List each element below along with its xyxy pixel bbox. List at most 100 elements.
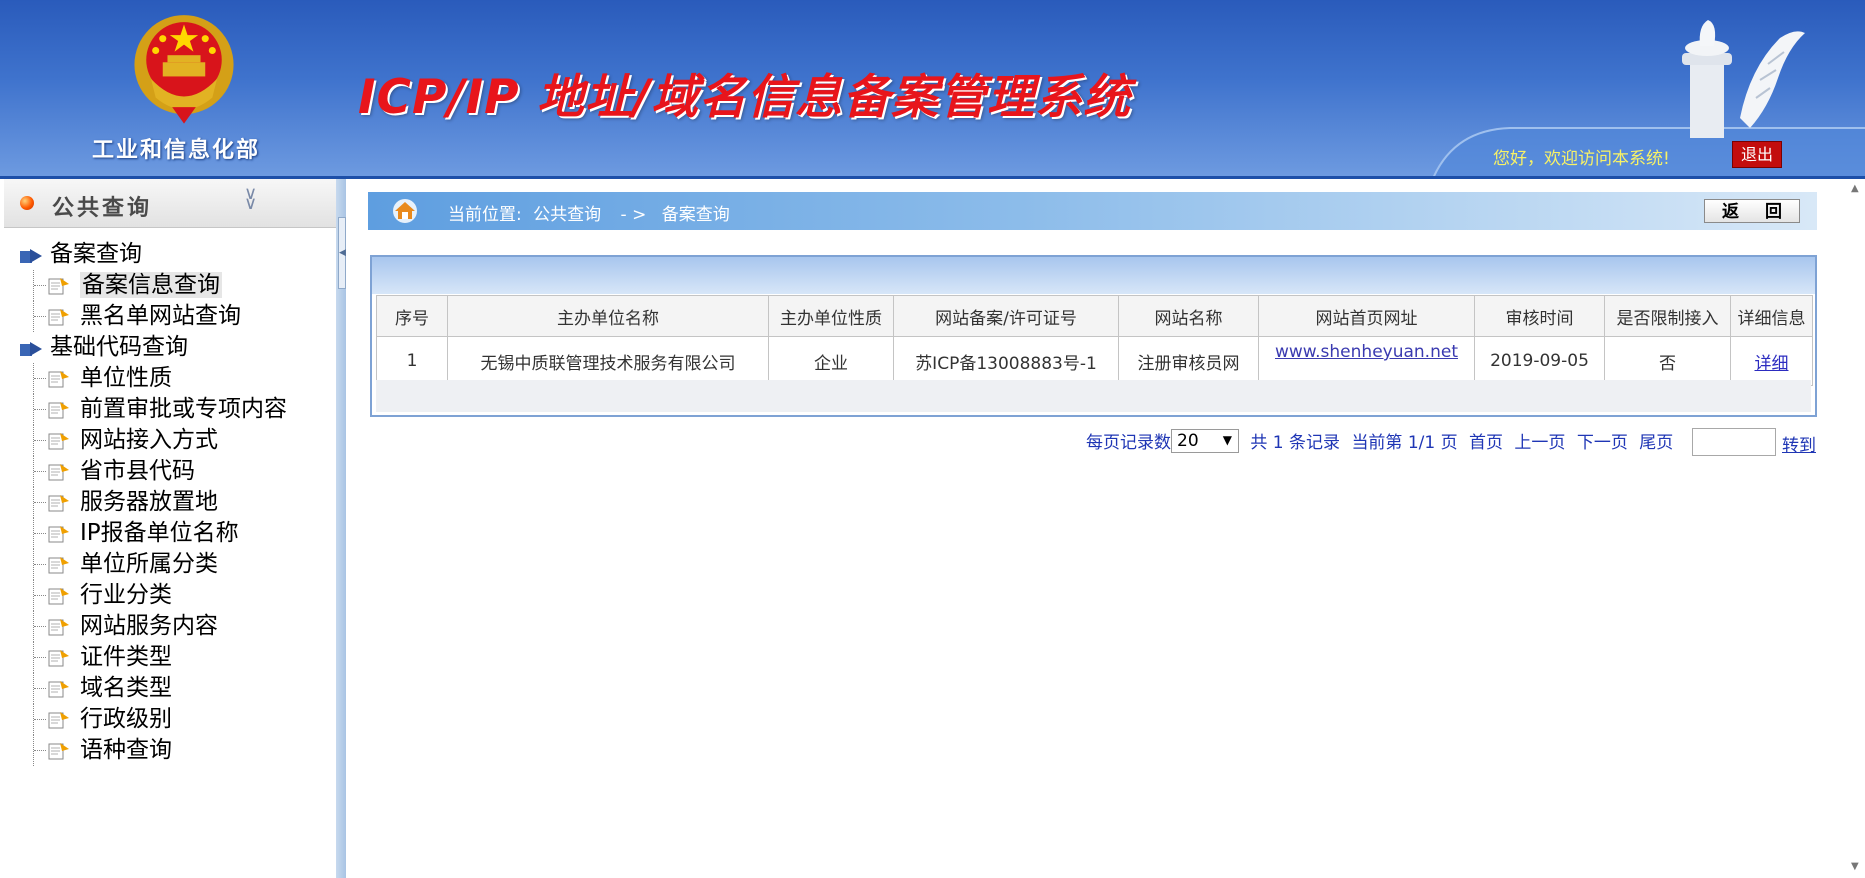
document-icon — [48, 309, 69, 326]
current-page: 当前第 1/1 页 — [1351, 433, 1458, 453]
system-title: ICP/IP 地址/域名信息备案管理系统 — [358, 70, 1132, 125]
tree-item-pre-approval[interactable]: 前置审批或专项内容 — [16, 394, 287, 425]
tree-connector — [33, 487, 46, 518]
document-icon — [48, 402, 69, 419]
last-page-link[interactable]: 尾页 — [1639, 433, 1673, 453]
scroll-down-icon[interactable]: ▼ — [1851, 861, 1859, 872]
tree-connector — [33, 270, 46, 301]
tree-item-blacklist-query[interactable]: 黑名单网站查询 — [16, 301, 287, 332]
document-icon — [48, 712, 69, 729]
tree-item-service-content[interactable]: 网站服务内容 — [16, 611, 287, 642]
total-records: 共 1 条记录 — [1250, 433, 1341, 453]
document-icon — [48, 681, 69, 698]
breadcrumb-prefix: 当前位置: — [448, 205, 522, 225]
breadcrumb-level1: 公共查询 — [533, 205, 602, 225]
cell-license-number: 苏ICP备13008883号-1 — [893, 336, 1119, 386]
site-url-link[interactable]: www.shenheyuan.net — [1275, 342, 1458, 362]
back-button[interactable]: 返 回 — [1704, 199, 1800, 223]
tree-item-label: 单位性质 — [80, 365, 172, 391]
goto-page-link[interactable]: 转到 — [1782, 431, 1816, 456]
tree-connector — [33, 301, 46, 332]
tree-item-certificate-type[interactable]: 证件类型 — [16, 642, 287, 673]
goto-page-input[interactable] — [1692, 428, 1776, 456]
tree-item-region-code[interactable]: 省市县代码 — [16, 456, 287, 487]
huabiao-pillar-icon — [1682, 20, 1805, 138]
tree-item-label: 行业分类 — [80, 582, 172, 608]
tree-folder-filing-query[interactable]: 备案查询 — [16, 239, 287, 270]
tree-item-ip-unit-name[interactable]: IP报备单位名称 — [16, 518, 287, 549]
sidebar-splitter[interactable]: ◀ — [336, 179, 346, 878]
folder-arrow-icon — [20, 249, 42, 263]
next-page-link[interactable]: 下一页 — [1577, 433, 1628, 453]
col-header-index: 序号 — [376, 295, 448, 337]
tree-item-domain-type[interactable]: 域名类型 — [16, 673, 287, 704]
nav-tree: 备案查询 备案信息查询 黑名单网站查询 基础代码查询 单位性质 前置审批或专项内… — [16, 239, 287, 766]
document-icon — [48, 650, 69, 667]
tree-item-filing-info-query[interactable]: 备案信息查询 — [16, 270, 287, 301]
tree-connector — [33, 673, 46, 704]
folder-arrow-icon — [20, 342, 42, 356]
document-icon — [48, 526, 69, 543]
tree-item-access-method[interactable]: 网站接入方式 — [16, 425, 287, 456]
tree-connector — [33, 363, 46, 394]
results-panel-header — [372, 257, 1815, 294]
tree-connector — [33, 518, 46, 549]
document-icon — [48, 464, 69, 481]
col-header-site-name: 网站名称 — [1118, 295, 1259, 337]
cell-organizer-nature: 企业 — [768, 336, 894, 386]
tree-item-unit-category[interactable]: 单位所属分类 — [16, 549, 287, 580]
results-panel: 序号 主办单位名称 主办单位性质 网站备案/许可证号 网站名称 网站首页网址 审… — [370, 255, 1817, 417]
cell-restricted: 否 — [1604, 336, 1731, 386]
logout-button[interactable]: 退出 — [1732, 141, 1782, 168]
table-row: 1 无锡中质联管理技术服务有限公司 企业 苏ICP备13008883号-1 注册… — [376, 336, 1813, 386]
document-icon — [48, 278, 69, 295]
tree-item-label: IP报备单位名称 — [80, 520, 239, 546]
details-link[interactable]: 详细 — [1755, 354, 1789, 374]
tree-item-server-location[interactable]: 服务器放置地 — [16, 487, 287, 518]
ministry-name: 工业和信息化部 — [92, 138, 261, 163]
tree-connector — [33, 580, 46, 611]
tree-item-industry[interactable]: 行业分类 — [16, 580, 287, 611]
pagination: 每页记录数 20 ▼ 共 1 条记录 当前第 1/1 页 首页 上一页 下一页 尾页 — [1086, 428, 1673, 453]
tree-connector — [33, 394, 46, 425]
tree-item-label: 服务器放置地 — [80, 489, 218, 515]
results-table: 序号 主办单位名称 主办单位性质 网站备案/许可证号 网站名称 网站首页网址 审… — [376, 295, 1813, 386]
prev-page-link[interactable]: 上一页 — [1514, 433, 1565, 453]
cell-review-date: 2019-09-05 — [1474, 336, 1605, 386]
bullet-icon — [20, 196, 34, 210]
per-page-value: 20 — [1177, 431, 1199, 451]
tree-item-label: 语种查询 — [80, 737, 172, 763]
col-header-organizer-name: 主办单位名称 — [447, 295, 769, 337]
breadcrumb-separator: - > — [620, 205, 647, 225]
cell-index: 1 — [376, 336, 448, 386]
tree-item-label: 黑名单网站查询 — [80, 303, 241, 329]
col-header-restricted: 是否限制接入 — [1604, 295, 1731, 337]
document-icon — [48, 371, 69, 388]
tree-connector — [33, 549, 46, 580]
breadcrumb: 当前位置: 公共查询 - > 备案查询 返 回 — [368, 192, 1817, 230]
col-header-details: 详细信息 — [1730, 295, 1813, 337]
tree-item-label: 备案信息查询 — [80, 272, 222, 298]
tree-item-admin-level[interactable]: 行政级别 — [16, 704, 287, 735]
tree-item-label: 单位所属分类 — [80, 551, 218, 577]
collapse-chevron-icon[interactable]: ∨ ∨ — [244, 185, 257, 213]
table-header-row: 序号 主办单位名称 主办单位性质 网站备案/许可证号 网站名称 网站首页网址 审… — [376, 295, 1813, 337]
tree-item-label: 证件类型 — [80, 644, 172, 670]
first-page-link[interactable]: 首页 — [1469, 433, 1503, 453]
tree-item-unit-nature[interactable]: 单位性质 — [16, 363, 287, 394]
sidebar-header: 公共查询 ∨ ∨ — [4, 179, 336, 228]
per-page-select[interactable]: 20 ▼ — [1171, 429, 1239, 453]
per-page-label: 每页记录数 — [1086, 433, 1171, 453]
splitter-collapse-handle[interactable]: ◀ — [338, 217, 346, 289]
tree-item-label: 前置审批或专项内容 — [80, 396, 287, 422]
scroll-up-icon[interactable]: ▲ — [1851, 183, 1859, 194]
tree-item-language-query[interactable]: 语种查询 — [16, 735, 287, 766]
tree-folder-base-code-query[interactable]: 基础代码查询 — [16, 332, 287, 363]
tree-connector — [33, 456, 46, 487]
tree-connector — [33, 704, 46, 735]
tree-connector — [33, 642, 46, 673]
vertical-scrollbar[interactable]: ▲ ▼ — [1847, 179, 1865, 878]
document-icon — [48, 495, 69, 512]
sidebar-title: 公共查询 — [52, 196, 153, 221]
tree-item-label: 网站接入方式 — [80, 427, 218, 453]
